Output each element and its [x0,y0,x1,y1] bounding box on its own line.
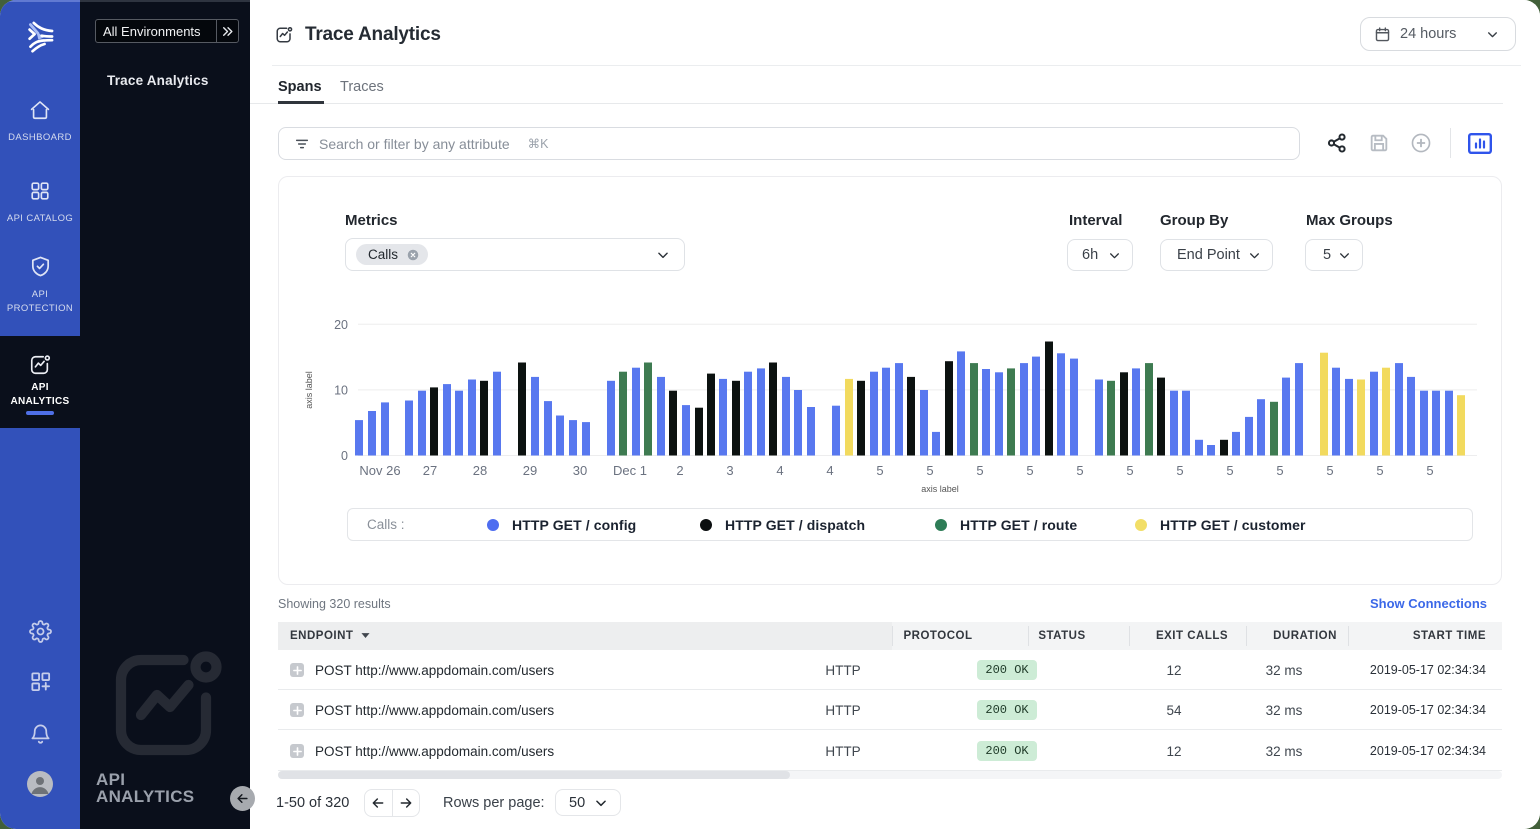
svg-text:30: 30 [573,463,587,478]
svg-text:5: 5 [1026,463,1033,478]
svg-text:5: 5 [876,463,883,478]
svg-text:Nov 26: Nov 26 [359,463,400,478]
svg-text:Dec 1: Dec 1 [613,463,647,478]
svg-text:28: 28 [473,463,487,478]
svg-text:axis label: axis label [304,371,314,409]
svg-text:5: 5 [1326,463,1333,478]
svg-text:5: 5 [926,463,933,478]
svg-text:4: 4 [826,463,833,478]
svg-text:20: 20 [334,318,348,332]
svg-text:5: 5 [1276,463,1283,478]
svg-text:0: 0 [341,449,348,463]
svg-text:3: 3 [726,463,733,478]
svg-text:2: 2 [676,463,683,478]
svg-text:5: 5 [1126,463,1133,478]
svg-text:5: 5 [1076,463,1083,478]
svg-text:axis label: axis label [921,484,959,494]
svg-text:5: 5 [1426,463,1433,478]
svg-text:10: 10 [334,383,348,397]
svg-text:4: 4 [776,463,783,478]
svg-text:5: 5 [1226,463,1233,478]
svg-text:29: 29 [523,463,537,478]
svg-text:27: 27 [423,463,437,478]
svg-text:5: 5 [1376,463,1383,478]
svg-text:5: 5 [976,463,983,478]
svg-text:5: 5 [1176,463,1183,478]
